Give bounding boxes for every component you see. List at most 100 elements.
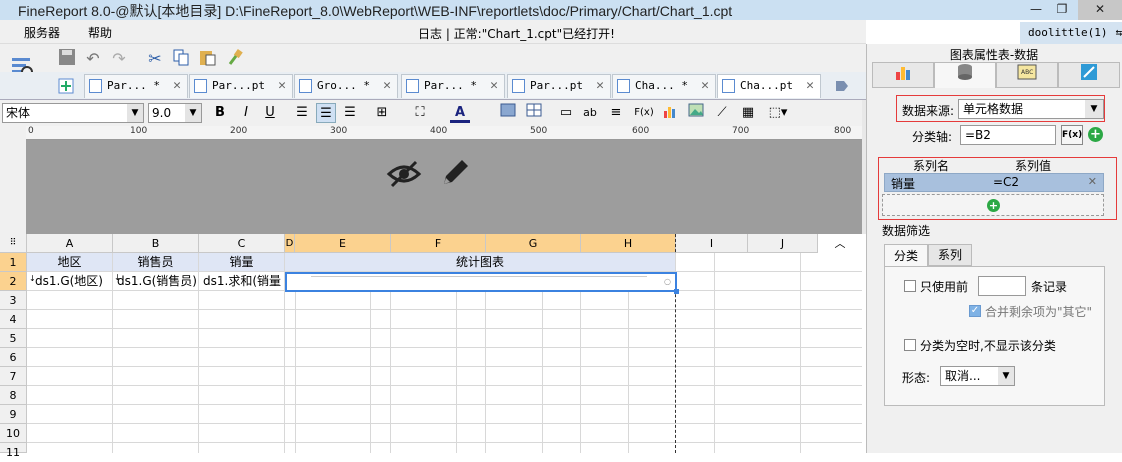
merge-others-checkbox[interactable]: ✓ <box>969 305 981 317</box>
redo-icon[interactable]: ↷ <box>108 48 130 70</box>
tab-report-6[interactable]: Cha... * ✕ <box>612 74 716 98</box>
align-center-icon[interactable]: ☰ <box>316 103 336 123</box>
cell-a2[interactable]: ds1.G(地区) <box>27 272 113 291</box>
tab-report-2[interactable]: Par...pt ✕ <box>189 74 293 98</box>
chevron-down-icon[interactable]: ▼ <box>1085 100 1103 118</box>
close-button[interactable]: ✕ <box>1078 0 1122 20</box>
data-source-select[interactable]: 单元格数据 ▼ <box>958 99 1104 119</box>
tab-chart-type[interactable] <box>872 62 934 88</box>
bold-button[interactable]: B <box>210 103 230 123</box>
series-value[interactable]: =C2 <box>993 175 1019 189</box>
cell-a1[interactable]: 地区 <box>27 253 113 272</box>
filter-tab-category[interactable]: 分类 <box>884 244 928 267</box>
user-badge[interactable]: doolittle(1) ⇆ <box>1020 22 1122 44</box>
richtext-icon[interactable]: ≡ <box>606 103 626 123</box>
column-header[interactable]: A <box>27 234 113 253</box>
add-series-icon[interactable]: + <box>987 199 1000 212</box>
undo-icon[interactable]: ↶ <box>82 48 104 70</box>
row-header[interactable]: 6 <box>0 348 27 367</box>
font-size-select[interactable]: 9.0 ▼ <box>148 103 202 123</box>
menu-server[interactable]: 服务器 <box>24 24 60 41</box>
column-header[interactable]: I <box>676 234 748 253</box>
column-header[interactable]: F <box>391 234 486 253</box>
fill-color-icon[interactable]: ⛶ <box>410 103 430 123</box>
record-count-input[interactable] <box>978 276 1026 296</box>
close-tab-icon[interactable]: ✕ <box>490 75 498 97</box>
font-family-select[interactable]: 宋体 ▼ <box>2 103 144 123</box>
menu-help[interactable]: 帮助 <box>88 24 112 41</box>
align-left-icon[interactable]: ☰ <box>292 103 312 123</box>
scroll-up-icon[interactable]: ︿ <box>818 234 862 253</box>
cell-d1-merged[interactable]: 统计图表 <box>285 253 676 272</box>
cell-b1[interactable]: 销售员 <box>113 253 199 272</box>
tab-chart-data[interactable] <box>934 62 996 88</box>
formula-icon[interactable]: F(x) <box>632 103 656 123</box>
copy-icon[interactable] <box>170 48 192 70</box>
shape-select[interactable]: 取消... ▼ <box>940 366 1015 386</box>
row-header[interactable]: 10 <box>0 424 27 443</box>
new-report-icon[interactable] <box>58 77 78 95</box>
edit-pencil-icon[interactable] <box>438 156 472 190</box>
paste-icon[interactable] <box>196 48 218 70</box>
cut-icon[interactable]: ✂ <box>144 48 166 70</box>
cell-c1[interactable]: 销量 <box>199 253 285 272</box>
remove-series-icon[interactable]: ✕ <box>1088 175 1097 188</box>
add-category-icon[interactable]: + <box>1088 127 1103 142</box>
merge-cell-icon[interactable] <box>498 103 518 123</box>
italic-button[interactable]: I <box>236 103 256 123</box>
category-axis-input[interactable]: =B2 <box>960 125 1056 145</box>
row-header[interactable]: 2 <box>0 272 27 291</box>
unmerge-cell-icon[interactable] <box>524 103 544 123</box>
formula-button[interactable]: F(x) <box>1061 125 1083 145</box>
selected-chart-cell[interactable]: ○ <box>285 272 677 292</box>
tab-report-7-active[interactable]: Cha...pt ✕ <box>717 74 821 98</box>
cell-b2[interactable]: ds1.G(销售员) <box>113 272 199 291</box>
tab-report-5[interactable]: Par...pt ✕ <box>507 74 611 98</box>
text-cell-icon[interactable]: ab <box>580 103 600 123</box>
series-name[interactable]: 销量 <box>891 175 915 192</box>
series-row[interactable]: 销量 =C2 ✕ <box>884 173 1104 192</box>
slash-icon[interactable]: ⟋ <box>712 103 732 123</box>
tab-report-4[interactable]: Par... * ✕ <box>401 74 505 98</box>
row-header[interactable]: 7 <box>0 367 27 386</box>
tab-chart-style[interactable]: ABC <box>996 62 1058 88</box>
minimize-button[interactable]: — <box>1024 0 1048 20</box>
font-color-icon[interactable]: A <box>450 103 470 123</box>
use-first-checkbox[interactable] <box>904 280 916 292</box>
hide-empty-checkbox[interactable] <box>904 339 916 351</box>
close-tab-icon[interactable]: ✕ <box>383 75 391 97</box>
tab-report-3[interactable]: Gro... * ✕ <box>294 74 398 98</box>
more-icon[interactable]: ⬚▾ <box>766 103 790 123</box>
selection-handle[interactable] <box>674 289 679 294</box>
format-painter-icon[interactable] <box>224 48 246 70</box>
insert-row-icon[interactable]: ▭ <box>556 103 576 123</box>
select-all-corner[interactable]: ⠿ <box>0 234 27 253</box>
row-header[interactable]: 11 <box>0 443 27 459</box>
hidden-eye-icon[interactable] <box>386 156 422 192</box>
column-header[interactable]: C <box>199 234 285 253</box>
row-header[interactable]: 1 <box>0 253 27 272</box>
logout-icon[interactable]: ⇆ <box>1115 26 1122 39</box>
add-series-row[interactable]: + <box>882 194 1104 216</box>
column-header[interactable]: E <box>295 234 391 253</box>
column-header[interactable]: G <box>486 234 581 253</box>
close-tab-icon[interactable]: ✕ <box>278 75 286 97</box>
cell-c2[interactable]: ds1.求和(销量 <box>199 272 285 291</box>
insert-image-icon[interactable] <box>686 103 706 123</box>
tab-chart-effect[interactable] <box>1058 62 1120 88</box>
border-icon[interactable]: ⊞ <box>372 103 392 123</box>
column-header[interactable]: B <box>113 234 199 253</box>
column-header[interactable]: D <box>285 234 295 253</box>
filter-tab-series[interactable]: 系列 <box>928 244 972 266</box>
row-header[interactable]: 8 <box>0 386 27 405</box>
save-icon[interactable] <box>56 48 78 70</box>
insert-chart-icon[interactable] <box>660 103 680 123</box>
close-tab-icon[interactable]: ✕ <box>701 75 709 97</box>
row-header[interactable]: 3 <box>0 291 27 310</box>
align-right-icon[interactable]: ☰ <box>340 103 360 123</box>
tab-overflow-icon[interactable] <box>834 78 852 94</box>
tab-report-1[interactable]: Par... * ✕ <box>84 74 188 98</box>
close-tab-icon[interactable]: ✕ <box>173 75 181 97</box>
column-header[interactable]: J <box>748 234 818 253</box>
restore-button[interactable]: ❐ <box>1050 0 1074 20</box>
